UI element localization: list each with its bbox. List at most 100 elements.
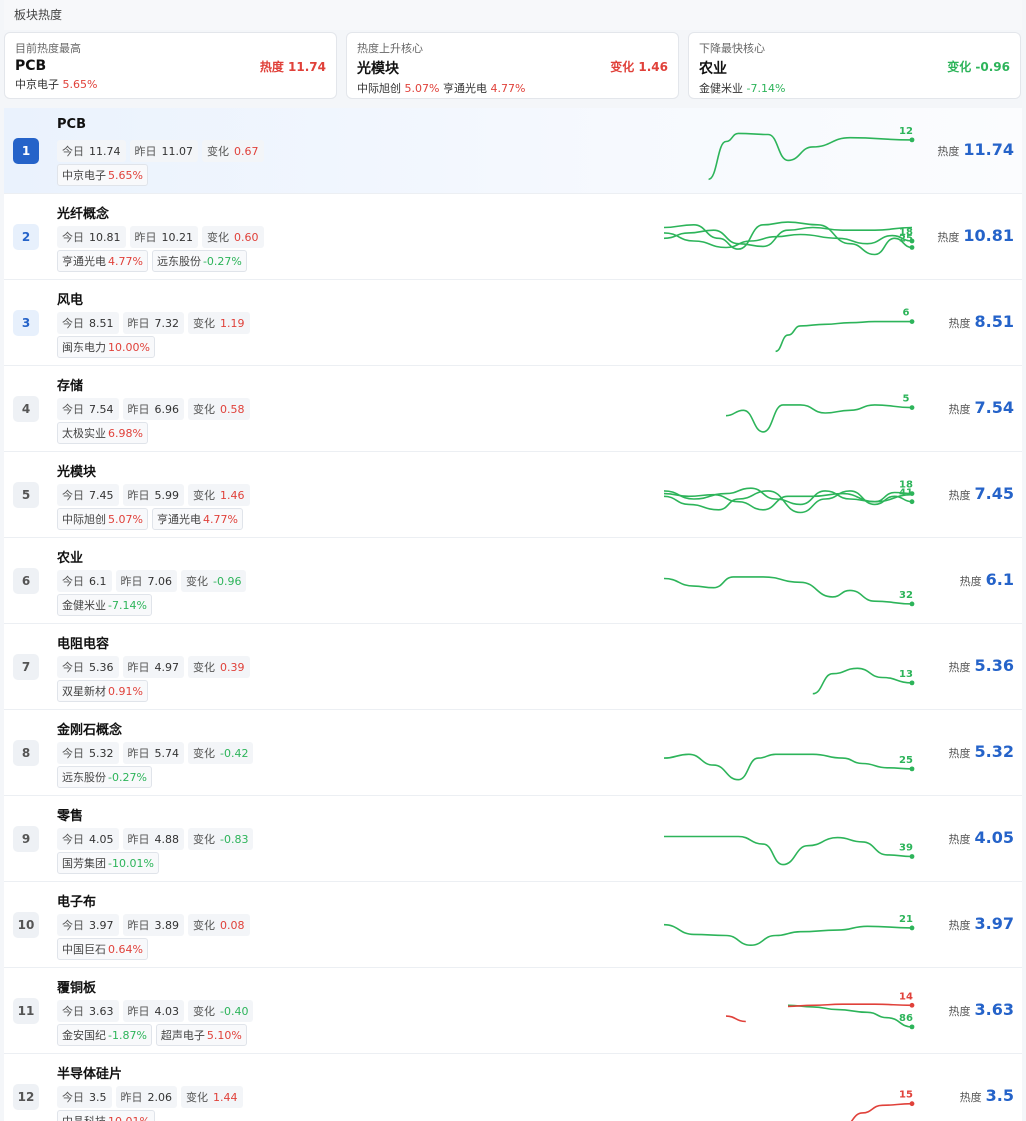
sector-row[interactable]: 8 金刚石概念 今日 5.32 昨日 5.74 变化 -0.42 远东股份 -0.27% 25 热度 5… [4, 710, 1022, 796]
stat-today-label: 今日 [62, 661, 84, 674]
stat-today-value: 7.54 [89, 403, 114, 416]
sector-name[interactable]: 零售 [57, 805, 83, 824]
sector-row[interactable]: 1 PCB 今日 11.74 昨日 11.07 变化 0.67 中京电子 5.65% 12 热度 11.… [4, 108, 1022, 194]
stock-tag[interactable]: 亨通光电 4.77% [151, 508, 243, 530]
sparkline-end-dot [909, 245, 915, 250]
stock-tag-name: 金安国纪 [62, 1029, 106, 1042]
sector-row[interactable]: 11 覆铜板 今日 3.63 昨日 4.03 变化 -0.40 金安国纪 -1.87% 超声电子 5.… [4, 968, 1022, 1054]
sector-stats: 今日 3.97 昨日 3.89 变化 0.08 [57, 914, 250, 936]
sector-name[interactable]: 金刚石概念 [57, 719, 122, 738]
stock-tag[interactable]: 中际旭创 5.07% [57, 508, 148, 530]
sector-name[interactable]: 农业 [57, 547, 83, 566]
sparkline-end-label: 41 [899, 488, 913, 499]
sector-name[interactable]: 光纤概念 [57, 203, 109, 222]
stat-today: 今日 4.05 [57, 828, 119, 850]
stat-change-value: -0.96 [213, 575, 242, 588]
stat-today: 今日 10.81 [57, 226, 126, 248]
stock-tag[interactable]: 中晶科技10.01% [57, 1110, 155, 1121]
stat-change: 变化 1.44 [181, 1086, 243, 1108]
stock-tag-name: 双星新材 [62, 685, 106, 698]
summary-metric: 变化 1.46 [610, 60, 668, 74]
heat-score: 热度 11.74 [937, 140, 1014, 159]
stat-yesterday-value: 11.07 [161, 145, 194, 158]
sector-name[interactable]: 风电 [57, 289, 83, 308]
stock-tag[interactable]: 亨通光电 4.77% [57, 250, 148, 272]
stat-change: 变化 -0.40 [188, 1000, 254, 1022]
stock-tag[interactable]: 太极实业 6.98% [57, 422, 148, 444]
sector-row[interactable]: 7 电阻电容 今日 5.36 昨日 4.97 变化 0.39 双星新材 0.91% 13 热度 5.36 [4, 624, 1022, 710]
sector-row[interactable]: 12半导体硅片今日3.5昨日2.06变化1.44中晶科技10.01%15热度3.… [4, 1054, 1022, 1121]
sector-stats: 今日 5.36 昨日 4.97 变化 0.39 [57, 656, 250, 678]
stock-tag[interactable]: 闽东电力 10.00% [57, 336, 155, 358]
stock-tag[interactable]: 国芳集团 -10.01% [57, 852, 159, 874]
stock-tag[interactable]: 双星新材 0.91% [57, 680, 148, 702]
sector-name[interactable]: 光模块 [57, 461, 96, 480]
stat-today-label: 今日 [62, 919, 84, 932]
stock-name: 亨通光电 [442, 82, 487, 95]
stock-tags: 国芳集团 -10.01% [57, 852, 159, 874]
sector-row[interactable]: 9 零售 今日 4.05 昨日 4.88 变化 -0.83 国芳集团 -10.01% 39 热度 4.0… [4, 796, 1022, 882]
stock-tag[interactable]: 远东股份 -0.27% [151, 250, 247, 272]
sparkline-end-label: 6 [903, 308, 910, 319]
sector-name[interactable]: PCB [57, 117, 86, 132]
sector-row[interactable]: 2 光纤概念 今日 10.81 昨日 10.21 变化 0.60 亨通光电 4.77% 远东股份 -0… [4, 194, 1022, 280]
sector-stats: 今日 4.05 昨日 4.88 变化 -0.83 [57, 828, 254, 850]
stat-change-value: 1.44 [213, 1091, 238, 1104]
stock-tag[interactable]: 中京电子 5.65% [57, 164, 148, 186]
page-title: 板块热度 [14, 8, 63, 22]
stock-tag-name: 超声电子 [160, 1029, 205, 1042]
stat-yesterday-label: 昨日 [127, 489, 150, 502]
sector-name[interactable]: 半导体硅片 [57, 1063, 122, 1082]
sector-row[interactable]: 4 存储 今日 7.54 昨日 6.96 变化 0.58 太极实业 6.98% 5 热度 7.54 [4, 366, 1022, 452]
stock-tag-pct: 5.07% [108, 513, 143, 526]
stock-tag[interactable]: 金健米业 -7.14% [57, 594, 152, 616]
stat-yesterday: 昨日 4.88 [122, 828, 184, 850]
stock-tags: 中国巨石 0.64% [57, 938, 148, 960]
stock-tag-name: 闽东电力 [62, 341, 106, 354]
stock-tag[interactable]: 中国巨石 0.64% [57, 938, 148, 960]
sector-stats: 今日 6.1 昨日 7.06 变化 -0.96 [57, 570, 247, 592]
stock-tag-pct: 5.10% [206, 1029, 242, 1042]
sparkline-end-dot [909, 680, 915, 686]
heat-label: 热度 [959, 1091, 982, 1104]
sparkline-series [812, 667, 913, 695]
sparkline-end-label: 21 [899, 914, 913, 925]
stock-tag-name: 亨通光电 [62, 255, 106, 268]
heat-value: 3.5 [985, 1086, 1014, 1105]
rank-badge: 5 [13, 482, 39, 508]
heat-score: 热度 7.54 [949, 398, 1014, 417]
sector-row[interactable]: 10 电子布 今日 3.97 昨日 3.89 变化 0.08 中国巨石 0.64% 21 热度 3.97 [4, 882, 1022, 968]
stat-change-value: 1.19 [220, 317, 245, 330]
summary-card-top-heat[interactable]: 目前热度最高 PCB 中京电子 5.65% 热度 11.74 [4, 32, 337, 99]
heat-label: 热度 [948, 1005, 971, 1018]
stat-today-label: 今日 [62, 403, 84, 416]
sector-row[interactable]: 6 农业 今日 6.1 昨日 7.06 变化 -0.96 金健米业 -7.14% 32 热度 6.1 [4, 538, 1022, 624]
sparkline-end-dot [909, 854, 915, 859]
sector-name[interactable]: 存储 [57, 375, 83, 394]
heat-trend-sparkline: 12 [708, 126, 915, 181]
stock-tag-name: 远东股份 [156, 255, 201, 268]
stat-change-value: 1.46 [220, 489, 245, 502]
summary-card-rising[interactable]: 热度上升核心 光模块 中际旭创 5.07% 亨通光电 4.77% 变化 1.46 [346, 32, 679, 99]
sparkline-series [775, 320, 912, 353]
stock-pct: 5.65% [62, 78, 98, 91]
stat-today-value: 10.81 [89, 231, 121, 244]
sector-name[interactable]: 电子布 [57, 891, 96, 910]
stat-yesterday-value: 7.06 [147, 575, 173, 588]
sector-row[interactable]: 3 风电 今日 8.51 昨日 7.32 变化 1.19 闽东电力 10.00% 6 热度 8.51 [4, 280, 1022, 366]
stock-tag[interactable]: 远东股份 -0.27% [57, 766, 152, 788]
stat-today: 今日 5.32 [57, 742, 119, 764]
summary-card-falling[interactable]: 下降最快核心 农业 金健米业 -7.14% 变化 -0.96 [688, 32, 1021, 99]
stock-tag[interactable]: 超声电子 5.10% [155, 1024, 247, 1046]
sector-name[interactable]: 电阻电容 [57, 633, 109, 652]
sparkline-series [663, 753, 913, 781]
sector-name[interactable]: 覆铜板 [57, 977, 96, 996]
stat-today-value: 3.97 [89, 919, 114, 932]
stat-change-value: 0.60 [234, 231, 259, 244]
sector-stats: 今日 7.45 昨日 5.99 变化 1.46 [57, 484, 250, 506]
rank-badge: 2 [13, 224, 39, 250]
stat-today: 今日 3.5 [57, 1086, 112, 1108]
heat-score: 热度 3.5 [960, 1086, 1014, 1105]
stock-tag[interactable]: 金安国纪 -1.87% [57, 1024, 152, 1046]
sector-row[interactable]: 5 光模块今日 7.45 昨日 5.99 变化 1.46 中际旭创 5.07% 亨通光电 4.77%… [4, 452, 1022, 538]
